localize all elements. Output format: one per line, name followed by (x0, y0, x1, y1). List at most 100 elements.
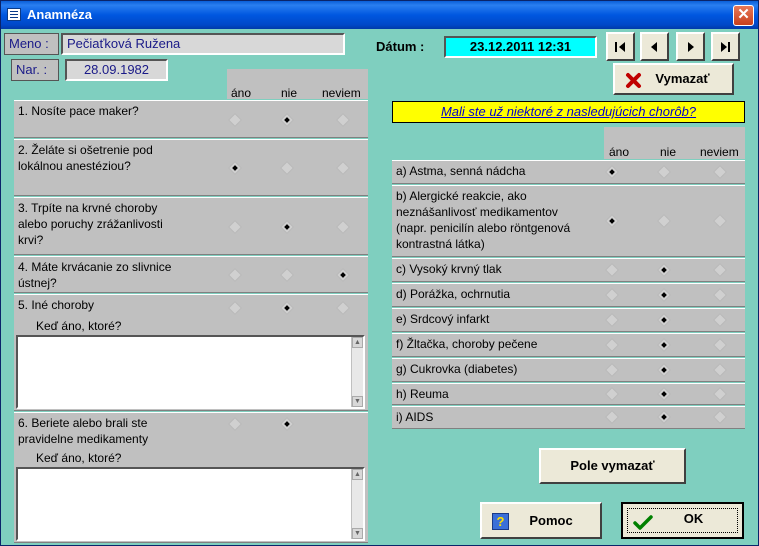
radio-neviem[interactable] (335, 267, 351, 283)
disease-text: e) Srdcový infarkt (396, 312, 490, 326)
radio-nie[interactable] (656, 164, 672, 180)
green-check-icon (633, 512, 653, 530)
sub-label: Keď áno, ktoré? (36, 451, 122, 465)
disease-row-d: d) Porážka, ochrnutia (392, 283, 745, 307)
radio-ano[interactable] (227, 416, 243, 432)
birth-field[interactable]: 28.09.1982 (65, 59, 168, 81)
radio-ano[interactable] (227, 160, 243, 176)
radio-ano[interactable] (227, 112, 243, 128)
radio-ano[interactable] (604, 362, 620, 378)
radio-neviem[interactable] (712, 362, 728, 378)
radio-nie[interactable] (656, 362, 672, 378)
date-label: Dátum : (376, 39, 425, 54)
radio-ano[interactable] (604, 213, 620, 229)
radio-nie[interactable] (656, 287, 672, 303)
right-col-no: nie (660, 145, 677, 159)
radio-ano[interactable] (604, 164, 620, 180)
last-record-icon (721, 42, 727, 52)
ok-button[interactable]: OK (621, 502, 744, 539)
radio-ano[interactable] (227, 219, 243, 235)
question-text: 2. Želáte si ošetrenie pod lokálnou anes… (18, 143, 153, 173)
radio-ano[interactable] (604, 287, 620, 303)
radio-nie[interactable] (279, 219, 295, 235)
scrollbar[interactable]: ▲ ▼ (351, 337, 363, 407)
clear-fields-button[interactable]: Pole vymazať (539, 448, 686, 484)
close-button[interactable]: ✕ (733, 5, 754, 26)
disease-row-g: g) Cukrovka (diabetes) (392, 358, 745, 382)
prev-record-button[interactable] (640, 32, 669, 61)
radio-nie[interactable] (279, 160, 295, 176)
left-col-yes: áno (231, 86, 252, 100)
date-field[interactable]: 23.12.2011 12:31 (444, 36, 597, 58)
question-text: 1. Nosíte pace maker? (18, 104, 139, 118)
delete-button[interactable]: Vymazať (613, 63, 734, 95)
disease-row-f: f) Žltačka, choroby pečene (392, 333, 745, 357)
radio-ano[interactable] (604, 312, 620, 328)
radio-nie[interactable] (279, 416, 295, 432)
form-icon (7, 8, 21, 21)
last-record-button[interactable] (711, 32, 740, 61)
question-text: 4. Máte krvácanie zo slivnice ústnej? (18, 260, 172, 290)
scroll-up-icon[interactable]: ▲ (352, 337, 363, 348)
disease-text: i) AIDS (396, 410, 434, 424)
question-text: 3. Trpíte na krvné choroby alebo poruchy… (18, 201, 163, 247)
radio-ano[interactable] (604, 337, 620, 353)
radio-neviem[interactable] (712, 409, 728, 425)
first-record-button[interactable] (606, 32, 635, 61)
radio-nie[interactable] (656, 337, 672, 353)
radio-nie[interactable] (656, 262, 672, 278)
radio-nie[interactable] (656, 409, 672, 425)
radio-nie[interactable] (656, 213, 672, 229)
left-col-unknown: neviem (322, 86, 361, 100)
scrollbar[interactable]: ▲ ▼ (351, 469, 363, 539)
radio-neviem[interactable] (712, 213, 728, 229)
disease-text: g) Cukrovka (diabetes) (396, 362, 518, 376)
radio-ano[interactable] (227, 300, 243, 316)
name-field[interactable]: Pečiaťková Ružena (61, 33, 345, 55)
radio-ano[interactable] (604, 262, 620, 278)
scroll-down-icon[interactable]: ▼ (352, 396, 363, 407)
scroll-up-icon[interactable]: ▲ (352, 469, 363, 480)
question-row-6: 6. Beriete alebo brali ste pravidelne me… (14, 412, 368, 543)
radio-nie[interactable] (279, 300, 295, 316)
next-record-button[interactable] (676, 32, 705, 61)
radio-ano[interactable] (604, 409, 620, 425)
radio-neviem[interactable] (335, 300, 351, 316)
diseases-header: Mali ste už niektoré z nasledujúcich cho… (392, 101, 745, 123)
question-row-1: 1. Nosíte pace maker? (14, 100, 368, 138)
scroll-down-icon[interactable]: ▼ (352, 528, 363, 539)
disease-text: d) Porážka, ochrnutia (396, 287, 511, 301)
radio-neviem[interactable] (712, 386, 728, 402)
disease-row-i: i) AIDS (392, 406, 745, 429)
radio-neviem[interactable] (712, 164, 728, 180)
question-mark-icon: ? (492, 513, 509, 530)
radio-neviem[interactable] (335, 219, 351, 235)
help-button[interactable]: ? Pomoc (480, 502, 602, 539)
radio-neviem[interactable] (712, 312, 728, 328)
red-x-icon (625, 71, 642, 88)
radio-neviem[interactable] (335, 160, 351, 176)
other-diseases-textarea[interactable]: ▲ ▼ (16, 335, 365, 409)
medications-textarea[interactable]: ▲ ▼ (16, 467, 365, 541)
question-text: 5. Iné choroby (18, 298, 95, 312)
radio-neviem[interactable] (712, 287, 728, 303)
radio-nie[interactable] (656, 312, 672, 328)
radio-nie[interactable] (279, 267, 295, 283)
right-col-yes: áno (609, 145, 630, 159)
right-col-unknown: neviem (700, 145, 739, 159)
radio-ano[interactable] (227, 267, 243, 283)
next-record-icon (688, 42, 694, 52)
radio-nie[interactable] (656, 386, 672, 402)
question-row-2: 2. Želáte si ošetrenie pod lokálnou anes… (14, 139, 368, 196)
disease-text: f) Žltačka, choroby pečene (396, 337, 538, 351)
radio-neviem[interactable] (335, 112, 351, 128)
radio-ano[interactable] (604, 386, 620, 402)
disease-row-a: a) Astma, senná nádcha (392, 160, 745, 184)
title-bar[interactable]: Anamnéza ✕ (1, 1, 758, 29)
left-col-no: nie (281, 86, 298, 100)
radio-nie[interactable] (279, 112, 295, 128)
radio-neviem[interactable] (712, 337, 728, 353)
radio-neviem[interactable] (712, 262, 728, 278)
first-record-icon (615, 42, 617, 52)
delete-button-label: Vymazať (655, 71, 710, 86)
